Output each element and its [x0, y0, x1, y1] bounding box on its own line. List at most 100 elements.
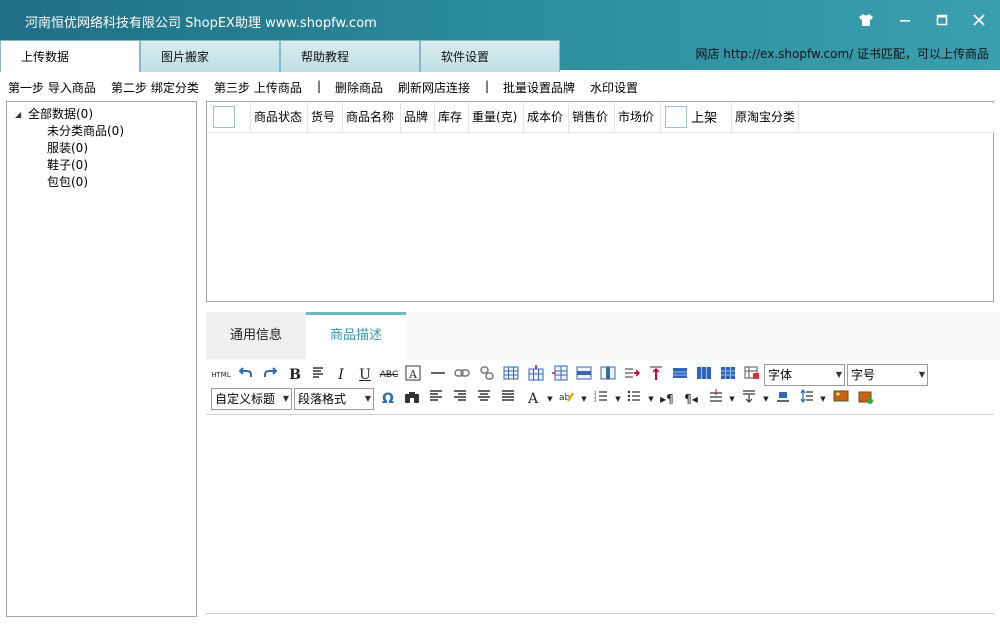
category-tree: ◢ 全部数据(0) 未分类商品(0) 服装(0) 鞋子(0) 包包(0) [6, 101, 197, 617]
tree-item-clothing[interactable]: 服装(0) [47, 139, 88, 156]
tab-upload-data[interactable]: 上传数据 [0, 40, 140, 72]
step1-import-button[interactable]: 第一步 导入商品 [8, 79, 96, 96]
align-justify-icon[interactable] [498, 389, 518, 409]
tree-item-bags[interactable]: 包包(0) [47, 173, 88, 190]
skin-button[interactable] [851, 8, 881, 32]
column-header-cost[interactable]: 成本价 [524, 103, 569, 132]
maximize-button[interactable] [927, 8, 957, 32]
align-right-icon[interactable] [450, 389, 470, 409]
horizontal-rule-icon[interactable] [428, 365, 448, 385]
paragraph-format-value: 段落格式 [298, 392, 347, 406]
dropdown-arrow-icon: ▼ [282, 394, 289, 403]
dropdown-arrow-icon: ▼ [835, 370, 842, 379]
shop-status-text: 网店 http://ex.shopfw.com/ 证书匹配，可以上传商品 [695, 47, 989, 61]
tab-help[interactable]: 帮助教程 [280, 40, 420, 72]
on-shelf-label: 上架 [691, 111, 718, 126]
minimize-icon [900, 20, 910, 22]
on-shelf-checkbox[interactable] [665, 106, 687, 128]
step2-bind-category-button[interactable]: 第二步 绑定分类 [111, 79, 199, 96]
step3-upload-button[interactable]: 第三步 上传商品 [214, 79, 302, 96]
watermark-button[interactable]: 水印设置 [590, 79, 638, 96]
tab-image-move[interactable]: 图片搬家 [140, 40, 280, 72]
grid-header: 商品状态 货号 商品名称 品牌 库存 重量(克) 成本价 销售价 市场价 上架 … [208, 103, 994, 133]
toolbar-separator: | [485, 79, 490, 93]
column-header-weight[interactable]: 重量(克) [469, 103, 524, 132]
editor-toolbar: HTML B I U ABC A 字体 ▼ 字号 ▼ 自定义标题 ▼ 段落格式 … [206, 363, 1000, 413]
svg-text:3: 3 [594, 398, 597, 403]
html-source-icon[interactable]: HTML [211, 365, 231, 385]
dropdown-arrow-icon[interactable]: ▼ [813, 389, 833, 409]
column-header-market-price[interactable]: 市场价 [615, 103, 661, 132]
font-family-value: 字体 [768, 368, 793, 382]
split-cells-icon[interactable] [646, 365, 666, 385]
align-left-icon[interactable] [426, 389, 446, 409]
cell-properties-icon[interactable] [694, 365, 714, 385]
unlink-icon[interactable] [477, 365, 497, 385]
find-replace-icon[interactable] [402, 389, 422, 409]
special-char-icon[interactable]: Ω [378, 389, 398, 409]
description-editor[interactable] [206, 414, 994, 614]
italic-icon[interactable]: I [331, 365, 351, 385]
maximize-icon [936, 14, 948, 26]
underline-icon[interactable]: U [355, 365, 375, 385]
heading-value: 自定义标题 [215, 392, 276, 406]
select-all-column [208, 103, 251, 132]
table-icon[interactable] [501, 365, 521, 385]
refresh-connection-button[interactable]: 刷新网店连接 [398, 79, 470, 96]
window-title: 河南恒优网络科技有限公司 ShopEX助理 www.shopfw.com [25, 16, 377, 31]
delete-column-icon[interactable] [598, 365, 618, 385]
detail-tabs: 通用信息 商品描述 [206, 312, 1000, 360]
insert-image-icon[interactable] [831, 389, 851, 409]
insert-multi-image-icon[interactable] [856, 389, 876, 409]
undo-icon[interactable] [236, 365, 256, 385]
column-header-sku[interactable]: 货号 [308, 103, 343, 132]
tab-settings[interactable]: 软件设置 [420, 40, 560, 72]
dropdown-arrow-icon: ▼ [364, 394, 371, 403]
page-break-icon[interactable] [773, 389, 793, 409]
insert-row-icon[interactable] [526, 365, 546, 385]
select-all-checkbox[interactable] [213, 106, 235, 128]
bold-icon[interactable]: B [285, 365, 305, 385]
goods-grid: 商品状态 货号 商品名称 品牌 库存 重量(克) 成本价 销售价 市场价 上架 … [206, 101, 994, 302]
close-icon [973, 14, 985, 26]
minimize-button[interactable] [890, 8, 920, 32]
heading-select[interactable]: 自定义标题 ▼ [211, 388, 292, 410]
ltr-direction-icon[interactable]: ▸¶ [657, 389, 677, 409]
link-icon[interactable] [452, 365, 472, 385]
tab-description[interactable]: 商品描述 [306, 312, 406, 359]
insert-table-icon[interactable] [742, 365, 762, 385]
close-button[interactable] [964, 8, 994, 32]
font-size-select[interactable]: 字号 ▼ [847, 364, 928, 386]
table-properties-icon[interactable] [670, 365, 690, 385]
action-toolbar: 第一步 导入商品 第二步 绑定分类 第三步 上传商品 | 删除商品 刷新网店连接… [0, 72, 1000, 100]
column-header-on-shelf: 上架 [661, 103, 732, 132]
insert-column-icon[interactable] [550, 365, 570, 385]
highlight-color-icon[interactable]: ab [556, 389, 576, 409]
column-header-status[interactable]: 商品状态 [251, 103, 308, 132]
paragraph-format-select[interactable]: 段落格式 ▼ [294, 388, 374, 410]
column-header-name[interactable]: 商品名称 [343, 103, 401, 132]
column-header-sale-price[interactable]: 销售价 [569, 103, 615, 132]
delete-row-icon[interactable] [574, 365, 594, 385]
delete-goods-button[interactable]: 删除商品 [335, 79, 383, 96]
tree-item-shoes[interactable]: 鞋子(0) [47, 156, 88, 173]
font-family-select[interactable]: 字体 ▼ [764, 364, 845, 386]
rtl-direction-icon[interactable]: ¶◂ [681, 389, 701, 409]
shirt-icon [859, 14, 873, 26]
remove-format-icon[interactable] [308, 365, 328, 385]
column-header-stock[interactable]: 库存 [435, 103, 469, 132]
font-border-icon[interactable]: A [403, 365, 423, 385]
align-center-icon[interactable] [474, 389, 494, 409]
strikethrough-icon[interactable]: ABC [379, 365, 399, 385]
batch-brand-button[interactable]: 批量设置品牌 [503, 79, 575, 96]
tab-general-info[interactable]: 通用信息 [206, 312, 306, 359]
tree-root-all-data[interactable]: 全部数据(0) [28, 105, 93, 122]
merge-cells-icon[interactable] [622, 365, 642, 385]
tree-collapse-icon[interactable]: ◢ [15, 110, 21, 119]
column-header-brand[interactable]: 品牌 [401, 103, 435, 132]
redo-icon[interactable] [260, 365, 280, 385]
svg-text:A: A [408, 368, 418, 381]
row-properties-icon[interactable] [718, 365, 738, 385]
column-header-taobao-category[interactable]: 原淘宝分类 [732, 103, 799, 132]
tree-item-uncategorized[interactable]: 未分类商品(0) [47, 122, 124, 139]
